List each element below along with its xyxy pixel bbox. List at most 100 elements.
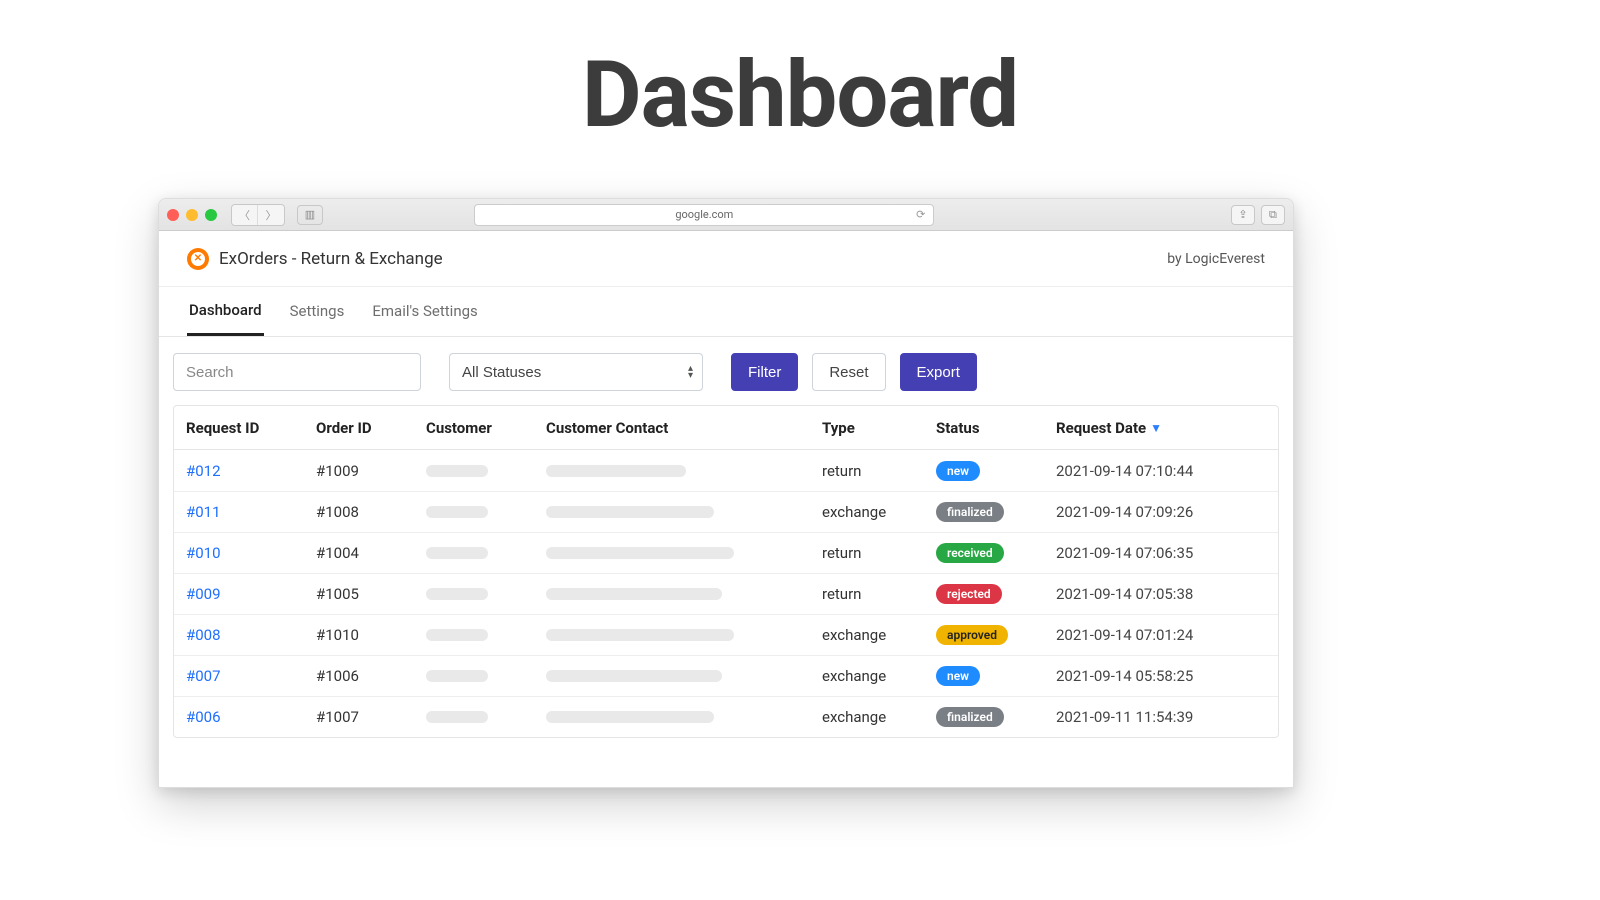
tabs-icon[interactable]: ⧉: [1261, 205, 1285, 225]
search-input[interactable]: [173, 353, 421, 391]
order-id-cell: #1004: [316, 544, 426, 562]
status-select-wrap: All Statuses ▴▾: [449, 353, 703, 391]
type-cell: return: [822, 585, 936, 603]
table-header-row: Request ID Order ID Customer Customer Co…: [174, 406, 1278, 450]
address-bar[interactable]: google.com ⟳: [474, 204, 934, 226]
type-cell: exchange: [822, 667, 936, 685]
status-badge: new: [936, 461, 980, 481]
request-id-link[interactable]: #009: [186, 585, 221, 603]
order-id-cell: #1005: [316, 585, 426, 603]
customer-placeholder: [426, 670, 488, 682]
tab-dashboard[interactable]: Dashboard: [187, 287, 264, 336]
order-id-cell: #1010: [316, 626, 426, 644]
export-button[interactable]: Export: [900, 353, 977, 391]
customer-placeholder: [426, 506, 488, 518]
nav-forward-button[interactable]: 〉: [258, 205, 284, 225]
window-minimize-icon[interactable]: [186, 209, 198, 221]
app-viewport: ExOrders - Return & Exchange by LogicEve…: [159, 231, 1293, 787]
status-badge: received: [936, 543, 1004, 563]
window-zoom-icon[interactable]: [205, 209, 217, 221]
col-request-id[interactable]: Request ID: [186, 419, 316, 437]
col-request-date[interactable]: Request Date ▼: [1056, 419, 1266, 437]
nav-back-forward: 〈 〉: [231, 204, 285, 226]
window-controls: [167, 209, 217, 221]
request-id-link[interactable]: #007: [186, 667, 221, 685]
request-id-link[interactable]: #010: [186, 544, 221, 562]
status-badge: rejected: [936, 584, 1002, 604]
reload-icon[interactable]: ⟳: [916, 208, 925, 221]
browser-window: 〈 〉 ▥ google.com ⟳ ⇪ ⧉ + ExOrders - Retu…: [158, 198, 1294, 788]
request-date-cell: 2021-09-14 05:58:25: [1056, 667, 1266, 685]
type-cell: return: [822, 544, 936, 562]
table-row: #008 #1010 exchangeapproved 2021-09-14 07:0…: [174, 614, 1278, 655]
order-id-cell: #1006: [316, 667, 426, 685]
request-id-link[interactable]: #011: [186, 503, 221, 521]
browser-right-controls: ⇪ ⧉: [1231, 205, 1285, 225]
tab-email-s-settings[interactable]: Email's Settings: [370, 288, 479, 336]
nav-back-button[interactable]: 〈: [232, 205, 258, 225]
page-hero-title: Dashboard: [0, 0, 1600, 149]
reset-button[interactable]: Reset: [812, 353, 885, 391]
address-bar-text: google.com: [675, 208, 733, 221]
type-cell: exchange: [822, 503, 936, 521]
status-badge: new: [936, 666, 980, 686]
customer-contact-placeholder: [546, 629, 734, 641]
order-id-cell: #1008: [316, 503, 426, 521]
col-type[interactable]: Type: [822, 419, 936, 437]
request-date-cell: 2021-09-14 07:06:35: [1056, 544, 1266, 562]
requests-table: Request ID Order ID Customer Customer Co…: [173, 405, 1279, 738]
browser-chrome: 〈 〉 ▥ google.com ⟳ ⇪ ⧉: [159, 199, 1293, 231]
filter-button[interactable]: Filter: [731, 353, 798, 391]
request-date-cell: 2021-09-14 07:05:38: [1056, 585, 1266, 603]
customer-contact-placeholder: [546, 588, 722, 600]
window-close-icon[interactable]: [167, 209, 179, 221]
table-row: #009 #1005 returnrejected 2021-09-14 07:05:…: [174, 573, 1278, 614]
app-logo-icon: [187, 248, 209, 270]
table-row: #012 #1009 returnnew 2021-09-14 07:10:44: [174, 450, 1278, 491]
share-icon[interactable]: ⇪: [1231, 205, 1255, 225]
type-cell: exchange: [822, 626, 936, 644]
request-id-link[interactable]: #008: [186, 626, 221, 644]
type-cell: return: [822, 462, 936, 480]
request-date-cell: 2021-09-14 07:10:44: [1056, 462, 1266, 480]
order-id-cell: #1007: [316, 708, 426, 726]
customer-placeholder: [426, 711, 488, 723]
status-badge: finalized: [936, 502, 1004, 522]
customer-contact-placeholder: [546, 465, 686, 477]
status-select[interactable]: All Statuses: [449, 353, 703, 391]
sort-desc-icon: ▼: [1150, 421, 1162, 435]
customer-placeholder: [426, 547, 488, 559]
request-id-link[interactable]: #012: [186, 462, 221, 480]
col-customer[interactable]: Customer: [426, 419, 546, 437]
customer-contact-placeholder: [546, 670, 722, 682]
table-row: #007 #1006 exchangenew 2021-09-14 05:58:25: [174, 655, 1278, 696]
table-row: #011 #1008 exchangefinalized 2021-09-14 07:…: [174, 491, 1278, 532]
app-vendor: by LogicEverest: [1167, 251, 1265, 267]
request-date-cell: 2021-09-14 07:01:24: [1056, 626, 1266, 644]
col-customer-contact[interactable]: Customer Contact: [546, 419, 822, 437]
col-order-id[interactable]: Order ID: [316, 419, 426, 437]
table-body: #012#1009returnnew2021-09-14 07:10:44#01…: [174, 450, 1278, 737]
toolbar: All Statuses ▴▾ Filter Reset Export: [159, 337, 1293, 405]
request-date-cell: 2021-09-14 07:09:26: [1056, 503, 1266, 521]
nav-tabs: Dashboard Settings Email's Settings: [159, 287, 1293, 337]
customer-placeholder: [426, 588, 488, 600]
col-status[interactable]: Status: [936, 419, 1056, 437]
customer-contact-placeholder: [546, 547, 734, 559]
sidebar-toggle-button[interactable]: ▥: [297, 205, 323, 225]
status-badge: approved: [936, 625, 1008, 645]
customer-contact-placeholder: [546, 506, 714, 518]
request-id-link[interactable]: #006: [186, 708, 221, 726]
app-header: ExOrders - Return & Exchange by LogicEve…: [159, 231, 1293, 287]
order-id-cell: #1009: [316, 462, 426, 480]
status-badge: finalized: [936, 707, 1004, 727]
type-cell: exchange: [822, 708, 936, 726]
request-date-cell: 2021-09-11 11:54:39: [1056, 708, 1266, 726]
customer-contact-placeholder: [546, 711, 714, 723]
customer-placeholder: [426, 465, 488, 477]
table-row: #006 #1007 exchangefinalized 2021-09-11 11:…: [174, 696, 1278, 737]
customer-placeholder: [426, 629, 488, 641]
app-title: ExOrders - Return & Exchange: [219, 249, 443, 269]
table-row: #010 #1004 returnreceived 2021-09-14 07:06:…: [174, 532, 1278, 573]
tab-settings[interactable]: Settings: [288, 288, 347, 336]
